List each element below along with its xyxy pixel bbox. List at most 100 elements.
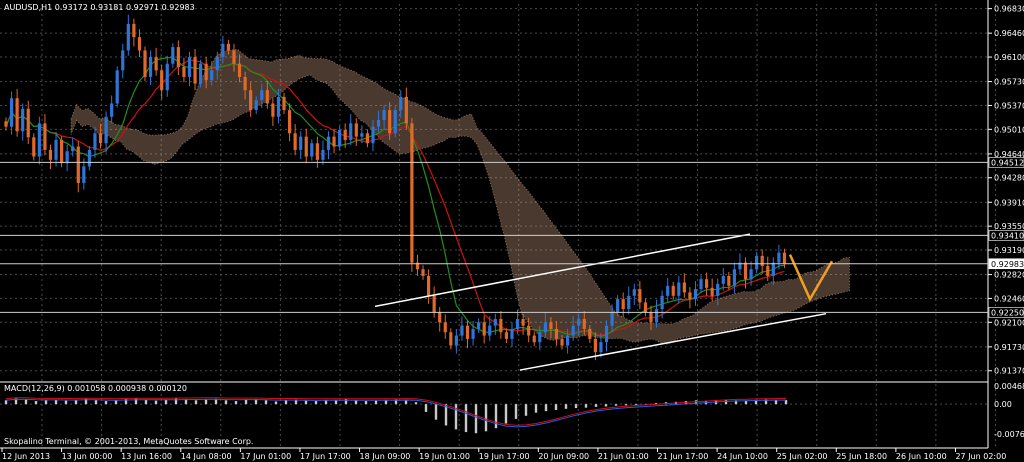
candle-body bbox=[121, 50, 125, 71]
candle-body bbox=[632, 289, 636, 296]
macd-bar bbox=[154, 400, 158, 405]
candle-body bbox=[60, 139, 64, 164]
macd-bar bbox=[34, 401, 38, 405]
macd-bar bbox=[324, 400, 328, 405]
macd-bar bbox=[24, 399, 28, 405]
macd-bar bbox=[614, 404, 618, 406]
candle-body bbox=[760, 255, 764, 266]
macd-bar bbox=[534, 404, 538, 413]
candle-body bbox=[471, 328, 475, 339]
macd-bar bbox=[574, 404, 578, 409]
candle-body bbox=[421, 269, 425, 276]
y-tick-label: 0.94640 bbox=[994, 150, 1024, 159]
macd-bar bbox=[264, 400, 268, 405]
price-level-label: 0.92983 bbox=[991, 260, 1024, 269]
candle-body bbox=[677, 282, 681, 296]
candle-body bbox=[265, 90, 269, 104]
candle-body bbox=[237, 63, 242, 77]
candle-body bbox=[71, 146, 75, 152]
candle-body bbox=[137, 37, 142, 51]
macd-bar bbox=[494, 404, 498, 429]
macd-bar bbox=[174, 397, 178, 405]
candle-body bbox=[515, 318, 520, 329]
candle-body bbox=[588, 328, 592, 339]
macd-bar bbox=[4, 400, 8, 405]
x-tick-label: 14 Jun 08:00 bbox=[181, 452, 232, 461]
y-tick-label: 0.95370 bbox=[994, 101, 1024, 110]
price-level-label: 0.94512 bbox=[991, 158, 1024, 167]
macd-bar bbox=[304, 400, 308, 405]
candle-body bbox=[187, 57, 192, 77]
y-tick-label: 0.92460 bbox=[994, 294, 1024, 303]
macd-bar bbox=[284, 400, 288, 405]
candle-body bbox=[621, 299, 625, 310]
candle-body bbox=[87, 149, 92, 167]
candle-body bbox=[649, 312, 653, 323]
candle-body bbox=[321, 149, 325, 160]
candle-body bbox=[132, 23, 136, 38]
candle-body bbox=[210, 70, 214, 81]
y-tick-label: 0.94280 bbox=[994, 174, 1024, 183]
candle-body bbox=[182, 66, 186, 77]
candle-body bbox=[48, 149, 53, 160]
macd-tick-label: 0.004687 bbox=[994, 382, 1024, 391]
candle-body bbox=[410, 123, 414, 263]
candle-body bbox=[371, 126, 375, 144]
candle-body bbox=[682, 282, 686, 293]
candle-body bbox=[432, 295, 436, 313]
candle-body bbox=[165, 63, 169, 91]
candle-body bbox=[643, 302, 648, 313]
x-tick-label: 12 Jun 2013 bbox=[2, 452, 50, 461]
candle-body bbox=[315, 143, 319, 160]
candle-body bbox=[26, 108, 30, 138]
macd-bar bbox=[224, 400, 228, 405]
macd-bar bbox=[464, 404, 468, 433]
candle-body bbox=[693, 289, 698, 300]
candle-body bbox=[510, 328, 514, 339]
macd-bar bbox=[624, 404, 628, 406]
price-level-label: 0.92250 bbox=[991, 308, 1024, 317]
macd-bar bbox=[104, 401, 108, 405]
candle-body bbox=[399, 96, 403, 111]
y-tick-label: 0.96460 bbox=[994, 29, 1024, 38]
candle-body bbox=[499, 318, 503, 333]
candle-body bbox=[460, 325, 464, 336]
candle-body bbox=[404, 96, 408, 124]
macd-bar bbox=[504, 404, 508, 424]
candle-body bbox=[388, 110, 392, 134]
macd-bar bbox=[374, 400, 378, 405]
candle-body bbox=[688, 292, 692, 300]
candle-body bbox=[710, 287, 714, 296]
candle-body bbox=[749, 269, 753, 280]
macd-bar bbox=[634, 404, 638, 405]
candle-body bbox=[282, 96, 286, 111]
candle-body bbox=[143, 50, 147, 77]
candle-body bbox=[604, 325, 609, 343]
macd-bar bbox=[474, 404, 478, 434]
macd-tick-label: -0.007696 bbox=[994, 430, 1024, 439]
macd-bar bbox=[414, 402, 418, 405]
candle-body bbox=[782, 252, 787, 264]
candle-body bbox=[326, 136, 331, 150]
candle-body bbox=[771, 262, 775, 276]
candle-body bbox=[560, 338, 564, 346]
candle-body bbox=[599, 342, 603, 353]
y-tick-label: 0.96830 bbox=[994, 5, 1024, 14]
macd-tick-label: 0.00 bbox=[994, 400, 1012, 409]
macd-bar bbox=[134, 398, 138, 405]
candle-body bbox=[299, 136, 303, 150]
candle-body bbox=[32, 137, 36, 157]
candle-body bbox=[104, 116, 108, 144]
candle-body bbox=[98, 133, 103, 144]
macd-bar bbox=[234, 401, 238, 405]
y-tick-label: 0.92100 bbox=[994, 318, 1024, 327]
candle-body bbox=[110, 103, 114, 117]
candle-body bbox=[671, 285, 675, 296]
candle-body bbox=[204, 63, 208, 81]
x-tick-label: 17 Jun 01:00 bbox=[240, 452, 291, 461]
x-tick-label: 27 Jun 02:00 bbox=[955, 452, 1006, 461]
x-tick-label: 13 Jun 00:00 bbox=[62, 452, 113, 461]
candle-body bbox=[493, 318, 497, 326]
candle-body bbox=[565, 335, 570, 346]
candle-body bbox=[76, 146, 80, 184]
